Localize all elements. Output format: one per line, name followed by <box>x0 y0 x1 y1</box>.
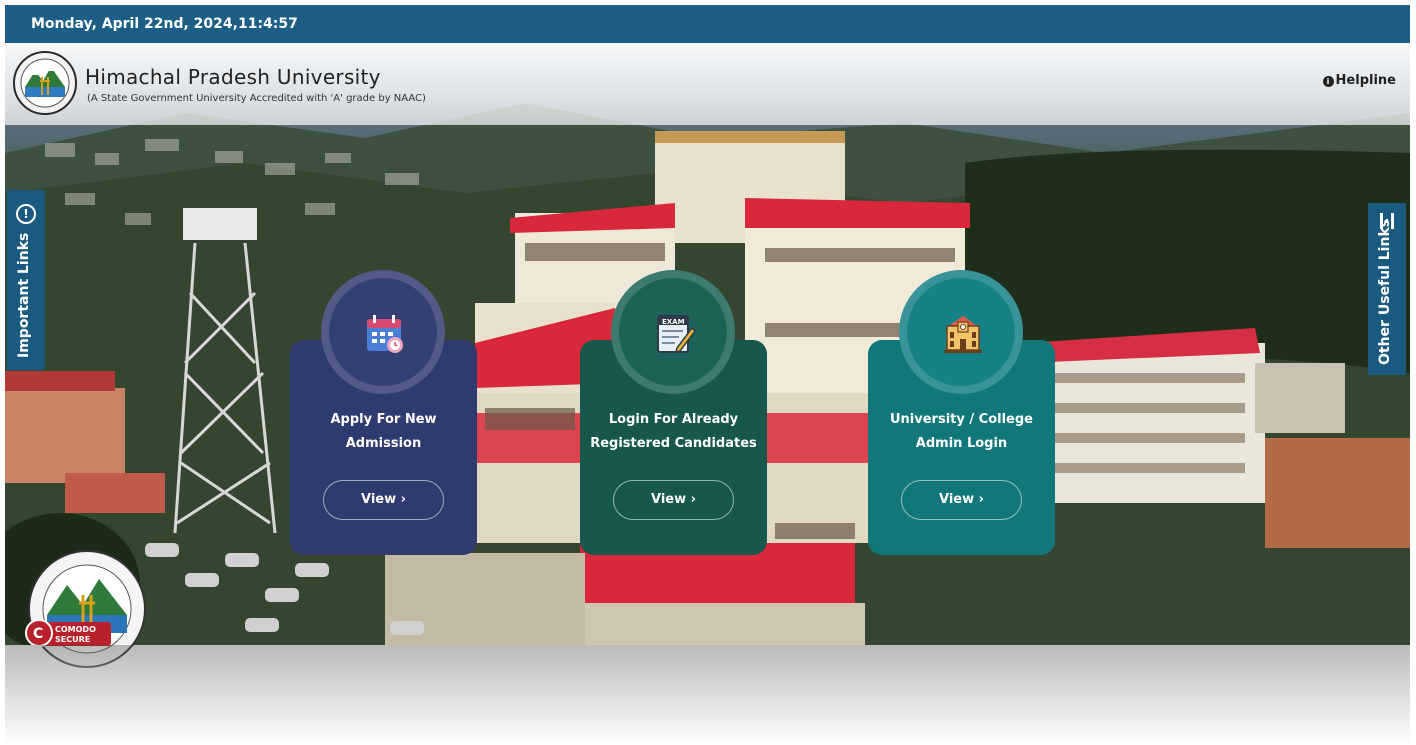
card-icon-circle <box>899 270 1023 394</box>
card-title-line1: University / College <box>890 412 1033 427</box>
important-links-label: Important Links <box>16 232 32 358</box>
other-useful-links-tab[interactable]: Other Useful Links <box>1368 203 1406 375</box>
card-title: University / College Admin Login <box>868 408 1055 456</box>
important-links-tab[interactable]: ! Important Links <box>7 190 45 370</box>
comodo-line1: COMODO <box>55 625 96 634</box>
exam-icon: EXAM <box>657 315 696 354</box>
admin-login-view-button[interactable]: View › <box>901 480 1022 520</box>
comodo-secure-badge[interactable]: C COMODO SECURE <box>25 618 113 648</box>
university-title: Himachal Pradesh University <box>85 65 381 89</box>
card-title-line2: Admission <box>345 436 422 451</box>
university-building-icon <box>944 316 982 353</box>
registered-candidates-login-card[interactable]: EXAM Login For Already Registered Candid… <box>580 270 767 555</box>
card-title-line1: Apply For New <box>330 412 437 427</box>
current-datetime: Monday, April 22nd, 2024,11:4:57 <box>31 16 298 32</box>
card-title: Apply For New Admission <box>290 408 477 456</box>
page-frame: Monday, April 22nd, 2024,11:4:57 Himacha… <box>5 5 1410 745</box>
apply-admission-view-button[interactable]: View › <box>323 480 444 520</box>
card-title-line1: Login For Already <box>608 412 739 427</box>
alert-circle-icon: ! <box>16 204 36 224</box>
comodo-line2: SECURE <box>55 635 90 644</box>
registered-login-view-button[interactable]: View › <box>613 480 734 520</box>
card-title: Login For Already Registered Candidates <box>580 408 767 456</box>
card-title-line2: Admin Login <box>915 436 1008 451</box>
apply-new-admission-card[interactable]: Apply For New Admission View › <box>290 270 477 555</box>
admin-login-card[interactable]: University / College Admin Login View › <box>868 270 1055 555</box>
other-useful-links-label: Other Useful Links <box>1377 218 1393 365</box>
helpline-label: Helpline <box>1335 73 1396 88</box>
page-reflection <box>5 645 1410 745</box>
university-subtitle: (A State Government University Accredite… <box>87 93 426 104</box>
university-logo[interactable] <box>13 51 77 115</box>
card-icon-circle: EXAM <box>611 270 735 394</box>
info-icon: i <box>1322 76 1334 87</box>
svg-text:EXAM: EXAM <box>662 318 685 326</box>
comodo-c-icon: C <box>33 626 43 642</box>
card-title-line2: Registered Candidates <box>590 436 757 451</box>
calendar-icon <box>367 315 403 353</box>
card-icon-circle <box>321 270 445 394</box>
date-time-bar: Monday, April 22nd, 2024,11:4:57 <box>5 5 1410 43</box>
helpline-link[interactable]: i Helpline <box>1322 73 1396 88</box>
